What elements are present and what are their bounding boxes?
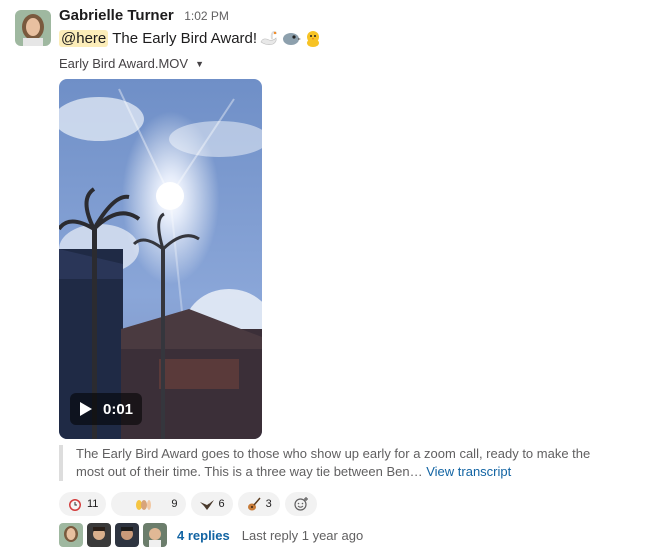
transcript-text: The Early Bird Award goes to those who s… xyxy=(76,446,591,479)
timestamp[interactable]: 1:02 PM xyxy=(184,9,229,23)
reaction-eagle[interactable]: 6 xyxy=(190,492,233,516)
replier-avatar xyxy=(87,523,111,547)
waving-hands-emoji xyxy=(136,500,152,510)
message-header: Gabrielle Turner 1:02 PM xyxy=(59,7,229,25)
message-text: @here The Early Bird Award! xyxy=(59,28,323,48)
author-name[interactable]: Gabrielle Turner xyxy=(59,7,174,24)
reaction-count: 6 xyxy=(218,498,225,510)
mention[interactable]: @here xyxy=(59,29,109,47)
guitar-emoji xyxy=(247,497,261,511)
replier-avatar xyxy=(143,523,167,547)
replier-avatar xyxy=(115,523,139,547)
file-name: Early Bird Award.MOV xyxy=(59,56,189,71)
thread-summary[interactable]: 4 replies Last reply 1 year ago xyxy=(59,523,363,547)
video-duration: 0:01 xyxy=(103,400,134,418)
reactions-bar: 11 9 6 3 xyxy=(59,492,317,516)
reaction-waving-hands[interactable]: 9 xyxy=(111,492,186,516)
play-icon xyxy=(80,402,92,416)
alarm-clock-emoji xyxy=(69,499,81,511)
last-reply-time: Last reply 1 year ago xyxy=(241,527,364,543)
author-avatar[interactable] xyxy=(15,10,51,46)
chick-emoji xyxy=(303,28,323,48)
reaction-guitar[interactable]: 3 xyxy=(237,492,280,516)
swan-emoji xyxy=(259,28,279,48)
reaction-count: 11 xyxy=(87,498,99,510)
add-reaction-button[interactable] xyxy=(284,492,317,516)
eagle-emoji xyxy=(199,500,214,510)
chevron-down-icon: ▼ xyxy=(195,58,205,69)
bird-emoji xyxy=(281,28,302,48)
reaction-count: 9 xyxy=(171,498,178,510)
view-transcript-link[interactable]: View transcript xyxy=(426,464,511,479)
reaction-alarm-clock[interactable]: 11 xyxy=(59,492,107,516)
reaction-count: 3 xyxy=(265,498,272,510)
replier-avatar xyxy=(59,523,83,547)
reply-count-link[interactable]: 4 replies xyxy=(177,528,230,543)
file-name-toggle[interactable]: Early Bird Award.MOV ▼ xyxy=(59,56,204,71)
add-emoji-icon xyxy=(294,497,308,511)
message-body: The Early Bird Award! xyxy=(112,29,258,47)
video-player[interactable]: 0:01 xyxy=(59,79,262,439)
message: Gabrielle Turner 1:02 PM @here The Early… xyxy=(59,0,671,557)
video-thumbnail xyxy=(59,79,262,439)
play-button[interactable]: 0:01 xyxy=(70,393,142,425)
transcript-preview: The Early Bird Award goes to those who s… xyxy=(59,445,596,481)
